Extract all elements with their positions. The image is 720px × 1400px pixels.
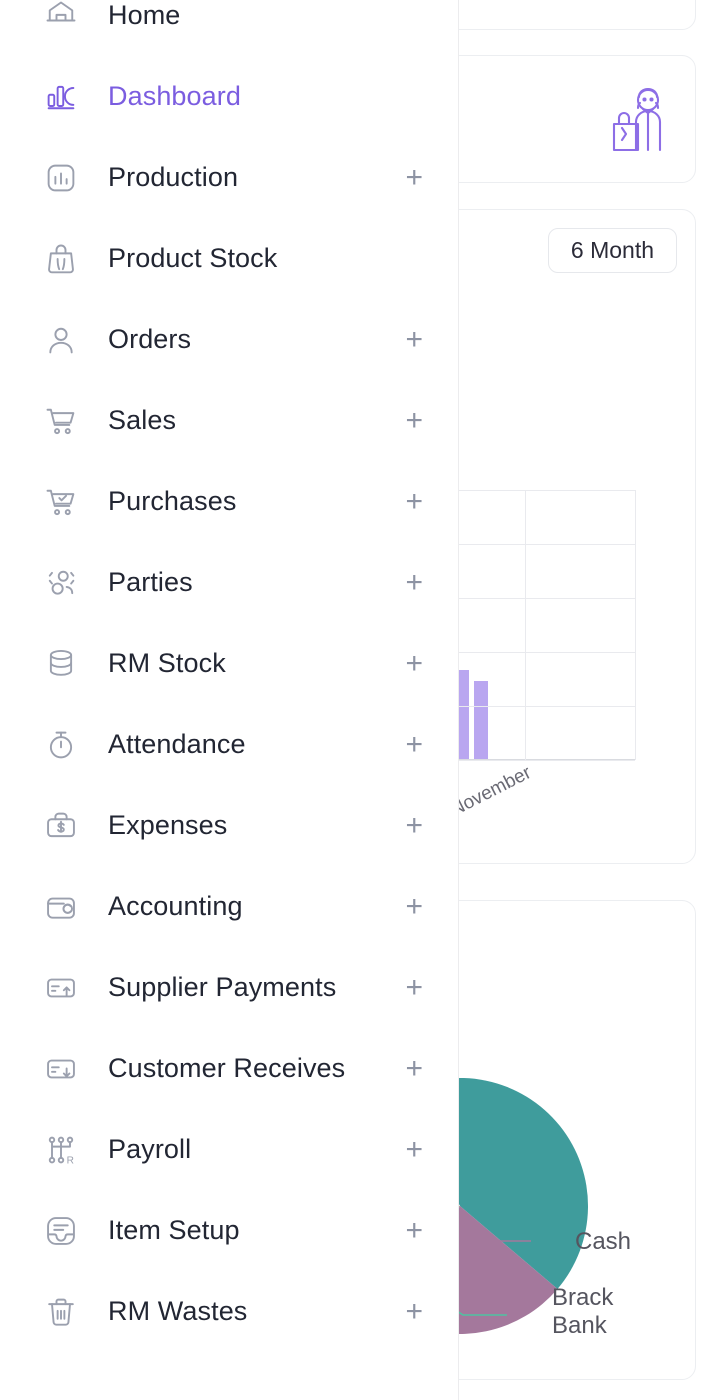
sidebar-item-customer-receives[interactable]: Customer Receives + (0, 1028, 458, 1109)
sidebar-item-expenses[interactable]: Expenses + (0, 785, 458, 866)
sidebar-item-accounting[interactable]: Accounting + (0, 866, 458, 947)
sidebar: Home Dashboard Production + Product Stock Ord… (0, 0, 459, 1400)
sidebar-item-label: Orders (108, 324, 192, 354)
sidebar-item-rm-wastes[interactable]: RM Wastes + (0, 1271, 458, 1352)
svg-text:R: R (67, 1155, 74, 1166)
x-tick-november: November (447, 762, 535, 821)
sidebar-item-expand-icon[interactable]: + (405, 486, 423, 517)
sidebar-item-expand-icon[interactable]: + (405, 162, 423, 193)
sidebar-item-expand-icon[interactable]: + (405, 405, 423, 436)
sidebar-item-label: Parties (108, 567, 193, 597)
sidebar-item-label: Attendance (108, 729, 246, 759)
rm-wastes-trash-icon (42, 1293, 80, 1331)
gridline-vertical (635, 490, 636, 760)
parties-icon (42, 564, 80, 602)
purchases-cart-icon (42, 483, 80, 521)
sidebar-item-item-setup[interactable]: Item Setup + (0, 1190, 458, 1271)
sidebar-item-rm-stock[interactable]: RM Stock + (0, 623, 458, 704)
sidebar-item-label: Supplier Payments (108, 972, 337, 1002)
dashboard-icon (42, 78, 80, 116)
sidebar-item-supplier-payments[interactable]: Supplier Payments + (0, 947, 458, 1028)
sidebar-item-expand-icon[interactable]: + (405, 324, 423, 355)
app-root: nth ) 6 Month ier Payments Sales Expense… (0, 0, 720, 1400)
sidebar-item-expand-icon[interactable]: + (405, 729, 423, 760)
sidebar-item-label: Payroll (108, 1134, 192, 1164)
sidebar-item-expand-icon[interactable]: + (405, 648, 423, 679)
sidebar-item-label: Customer Receives (108, 1053, 346, 1083)
sidebar-item-label: Product Stock (108, 243, 278, 273)
sidebar-item-purchases[interactable]: Purchases + (0, 461, 458, 542)
pie-label-brack-bank: Brack Bank (552, 1284, 614, 1339)
sidebar-item-label: Expenses (108, 810, 228, 840)
sidebar-item-product-stock[interactable]: Product Stock (0, 218, 458, 299)
rm-stock-icon (42, 645, 80, 683)
payroll-icon: R (42, 1131, 80, 1169)
orders-icon (42, 321, 80, 359)
sidebar-item-attendance[interactable]: Attendance + (0, 704, 458, 785)
sidebar-item-parties[interactable]: Parties + (0, 542, 458, 623)
sidebar-item-expand-icon[interactable]: + (405, 810, 423, 841)
sidebar-item-label: RM Stock (108, 648, 226, 678)
sidebar-item-label: Production (108, 162, 239, 192)
customer-shopping-icon (612, 87, 662, 152)
sidebar-nav-list: Home Dashboard Production + Product Stock Ord… (0, 0, 458, 1352)
sidebar-item-expand-icon[interactable]: + (405, 1296, 423, 1327)
gridline-vertical (525, 490, 526, 760)
sales-cart-icon (42, 402, 80, 440)
sidebar-item-sales[interactable]: Sales + (0, 380, 458, 461)
sidebar-item-label: Accounting (108, 891, 243, 921)
range-6-month-button[interactable]: 6 Month (547, 228, 677, 273)
sidebar-item-label: Sales (108, 405, 177, 435)
sidebar-item-expand-icon[interactable]: + (405, 1215, 423, 1246)
bar-expenses[interactable] (473, 680, 488, 759)
sidebar-item-payroll[interactable]: R Payroll + (0, 1109, 458, 1190)
customer-receives-icon (42, 1050, 80, 1088)
production-icon (42, 159, 80, 197)
sidebar-item-label: Dashboard (108, 81, 241, 111)
sidebar-item-expand-icon[interactable]: + (405, 891, 423, 922)
sidebar-item-expand-icon[interactable]: + (405, 567, 423, 598)
sidebar-item-expand-icon[interactable]: + (405, 1053, 423, 1084)
sidebar-item-dashboard[interactable]: Dashboard (0, 56, 458, 137)
home-icon (42, 0, 80, 35)
supplier-payments-icon (42, 969, 80, 1007)
sidebar-item-label: Home (108, 0, 181, 30)
sidebar-item-production[interactable]: Production + (0, 137, 458, 218)
sidebar-item-label: Item Setup (108, 1215, 240, 1245)
sidebar-item-orders[interactable]: Orders + (0, 299, 458, 380)
product-stock-icon (42, 240, 80, 278)
accounting-wallet-icon (42, 888, 80, 926)
item-setup-icon (42, 1212, 80, 1250)
sidebar-item-expand-icon[interactable]: + (405, 1134, 423, 1165)
sidebar-item-label: RM Wastes (108, 1296, 248, 1326)
expenses-icon (42, 807, 80, 845)
pie-label-cash: Cash (575, 1228, 632, 1255)
sidebar-item-expand-icon[interactable]: + (405, 972, 423, 1003)
sidebar-item-home[interactable]: Home (0, 0, 458, 56)
attendance-timer-icon (42, 726, 80, 764)
sidebar-item-label: Purchases (108, 486, 237, 516)
